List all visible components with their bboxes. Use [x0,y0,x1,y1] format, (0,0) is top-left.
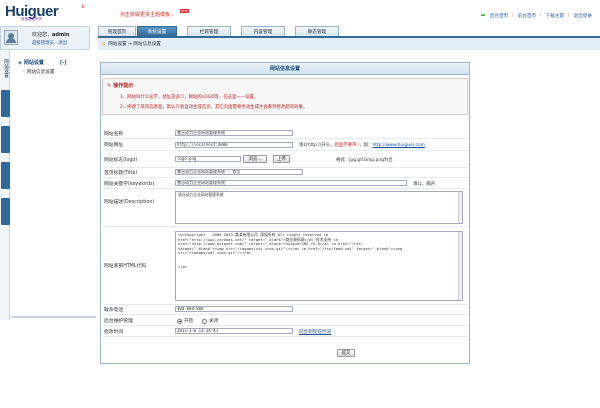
settings-panel: 网站信息设置 ✎ 操作提示 1、网站叫什么名字，地址是多少，网站的LOGO等，在这… [100,62,470,364]
sidebar-item-site-info[interactable]: › 网站信息设置 [23,69,54,75]
label-phone: 联系电话 [104,308,124,313]
vtab-2[interactable] [1,90,10,117]
title-input[interactable]: 慧谷动力企业网站管理系统 - 首页 [175,169,303,175]
label-site-url: 网站网址 [104,143,124,148]
sidebar-divider [11,316,96,318]
tab-column-manage[interactable]: 栏目管理 [187,26,231,36]
bullet-icon: › [23,69,25,74]
scrollbar[interactable] [458,192,462,223]
label-modified-time: 修改时间 [104,329,124,335]
row-site-name: 网站名称 慧谷动力企业网站管理系统 [102,128,468,139]
radio-dot[interactable] [202,318,207,324]
promo-link[interactable]: 点击获取更多主题模板... [120,11,175,18]
panel-title: 网站信息设置 [101,63,469,75]
avatar-body [6,38,16,43]
arrow-icon: ➦ [480,12,486,19]
logo-mark: E [82,4,85,9]
label-site-name: 网站名称 [104,131,124,137]
row-site-url: 网站网址 http://localhost:8080 请以http://开头，后… [102,139,468,151]
radio-on[interactable]: 开启 [177,318,193,324]
tab-content-manage[interactable]: 内容管理 [241,26,285,36]
main-tabs: 管理首页 系统设置 栏目管理 内容管理 静态管理 [98,26,340,36]
header: Huiguer E 惠格建站系统 点击获取更多主题模板... NEW ➦ 后台首… [0,0,600,26]
keywords-hint: 请以，隔开 [413,182,435,187]
new-badge: NEW [180,9,190,13]
row-logo: 网站标志(logo) logo.png 浏览... 上传 格式：jpg,gif,… [102,151,468,168]
separator: | [540,13,542,18]
row-modified-time: 修改时间 2013-1-6 14:34:43 同步到现在时间 [102,326,468,337]
upload-button[interactable]: 上传 [273,155,290,163]
breadcrumb: ⌂ 网站设置 → 网站信息设置 [98,36,600,50]
home-icon: ⌂ [102,41,106,47]
collapse-toggle[interactable]: [-] [60,60,67,66]
tip-line-2: 2、修改了某项信息后，默认只会自动生成首页，其它页面需要手动生成才会看到修改后的… [120,105,308,110]
keywords-input[interactable]: 慧谷动力企业网站管理系统 [175,180,407,186]
user-box: 欢迎您，admin 超级管理员 - 退出 [0,26,90,50]
link-site-home[interactable]: 前台首页 [518,13,536,19]
radio-dot[interactable] [177,318,182,324]
phone-input[interactable]: 400-888-888 [175,306,293,312]
row-footer-html: 网站底部HTML代码 <p>Copyright 2009-2013 某某有限公司… [102,227,468,305]
scrollbar[interactable] [458,232,462,300]
sync-time-link[interactable]: 同步到现在时间 [299,329,331,335]
submit-button[interactable]: 提交 [337,349,355,357]
row-keywords: 网站关键字(keywords) 慧谷动力企业网站管理系统 请以，隔开 [102,178,468,189]
user-role-logout[interactable]: 超级管理员 - 退出 [32,40,67,46]
sidebar-title[interactable]: ◈ 网站设置 [-] [18,59,67,67]
browse-button[interactable]: 浏览... [243,155,267,163]
vtab-5[interactable] [1,198,10,225]
link-logout[interactable]: 退出登录 [574,13,592,19]
tip-box: ✎ 操作提示 1、网站叫什么名字，地址是多少，网站的LOGO等，在这里一一设置。 … [102,78,468,115]
separator: | [512,13,514,18]
row-title: 首页标题(Title) 慧谷动力企业网站管理系统 - 首页 [102,168,468,178]
tip-title: ✎ 操作提示 [107,82,134,90]
logo-format-hint: 格式：jpg,gif,bmp,png为佳 [336,158,393,163]
row-maintenance: 后台维护管理 开启 关闭 [102,315,468,326]
site-url-input[interactable]: http://localhost:8080 [175,142,293,148]
welcome-text: 欢迎您，admin [32,32,70,38]
logo-subtitle: 惠格建站系统 [21,17,42,21]
sidebar: ◈ 网站设置 [-] › 网站信息设置 [11,50,96,320]
vtab-3[interactable] [1,126,10,153]
username: admin [52,32,70,38]
separator: | [568,13,570,18]
label-maintenance: 后台维护管理 [104,318,133,324]
breadcrumb-text: 网站设置 → 网站信息设置 [108,42,161,47]
vertical-tabs: 网站设置 [0,50,10,320]
radio-off[interactable]: 关闭 [202,318,218,324]
label-description: 网站描述(Description) [104,200,155,205]
label-footer-html: 网站底部HTML代码 [104,264,147,269]
description-textarea[interactable]: 慧谷动力企业网站管理系统 [175,191,463,224]
row-phone: 联系电话 400-888-888 [102,305,468,315]
label-title: 首页标题(Title) [104,171,138,176]
pin-icon: ✎ [107,82,112,89]
label-logo: 网站标志(logo) [104,157,138,163]
submit-row: 提交 [102,345,468,359]
vtab-4[interactable] [1,162,10,189]
tab-system-settings[interactable]: 系统设置 [137,26,177,36]
link-download-theme[interactable]: 下载主题 [546,13,564,19]
diamond-icon: ◈ [18,59,22,66]
modified-time-input[interactable]: 2013-1-6 14:34:43 [175,328,293,334]
top-links: ➦ 后台首页 | 前台首页 | 下载主题 | 退出登录 [481,12,592,19]
avatar [4,30,18,45]
row-description: 网站描述(Description) 慧谷动力企业网站管理系统 [102,189,468,227]
link-admin-home[interactable]: 后台首页 [490,13,508,19]
tab-admin-home[interactable]: 管理首页 [98,26,136,36]
tab-static-manage[interactable]: 静态管理 [295,26,339,36]
tip-line-1: 1、网站叫什么名字，地址是多少，网站的LOGO等，在这里一一设置。 [120,95,259,100]
footer-html-textarea[interactable]: <p>Copyright 2009-2013 某某有限公司 版权所有 All r… [175,231,463,301]
label-keywords: 网站关键字(keywords) [104,181,155,187]
vtab-site-settings[interactable]: 网站设置 [1,53,10,83]
site-url-hint: 请以http://开头，后面不要带 /，如：http://www.huiguer… [299,143,425,148]
site-name-input[interactable]: 慧谷动力企业网站管理系统 [175,130,293,136]
example-link[interactable]: http://www.huiguer.com [372,143,424,148]
logo-path-input[interactable]: logo.png [175,156,241,162]
